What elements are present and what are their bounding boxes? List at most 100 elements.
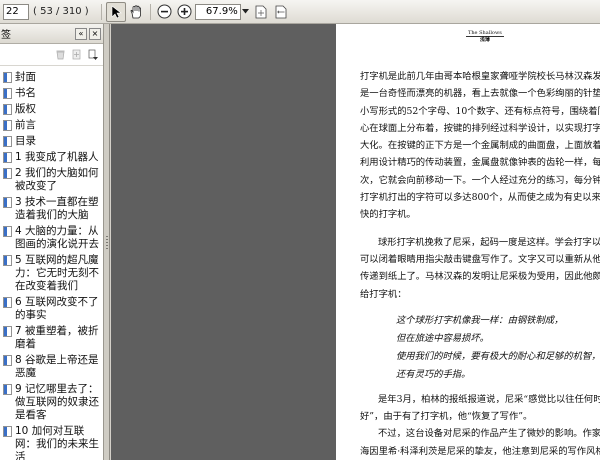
bookmark-item[interactable]: 版权 bbox=[0, 102, 103, 118]
page-body-text: 打字机是此前几年由哥本哈根皇家聋哑学院校长马林汉森发明的， 是一台奇怪而漂亮的机… bbox=[360, 68, 600, 460]
chevron-down-icon bbox=[242, 9, 250, 14]
bookmarks-toolbar bbox=[0, 44, 103, 66]
bookmark-icon bbox=[3, 152, 12, 163]
text-line: 球形打字机挽救了尼采，起码一度是这样。学会打字以后，他 bbox=[378, 236, 600, 248]
panel-splitter[interactable] bbox=[104, 24, 110, 460]
bookmark-label: 前言 bbox=[15, 119, 36, 131]
bookmark-item[interactable]: 10 加何对互联网：我们的未来生活 bbox=[0, 424, 103, 460]
bookmarks-panel-header: 签 « × bbox=[0, 24, 103, 44]
bookmarks-panel: 签 « × 封面书名版权前言目录 1 我变成了机器人 2 我们的大脑如何被改变了 3 … bbox=[0, 24, 104, 460]
text-line: 打字机是此前几年由哥本哈根皇家聋哑学院校长马林汉森发明的， bbox=[360, 71, 600, 82]
text-line: 是年3月，柏林的报纸报道说，尼采“感觉比以往任何时候都 bbox=[378, 393, 600, 405]
running-head-english: The Shallows bbox=[466, 30, 504, 37]
bookmark-label: 6 互联网改变不了的事实 bbox=[15, 296, 99, 321]
bookmark-icon bbox=[3, 104, 12, 115]
fit-page-icon bbox=[255, 5, 267, 18]
bookmark-icon bbox=[3, 384, 12, 395]
bookmark-item[interactable]: 8 谷歌是上帝还是恶魔 bbox=[0, 353, 103, 382]
bookmarks-panel-title: 签 bbox=[1, 30, 11, 41]
fit-page-button[interactable] bbox=[251, 2, 271, 22]
text-line: 次，它就会向前移动一下。一个人经过充分的练习，每分钟用这台 bbox=[360, 174, 600, 186]
text-line: 是一台奇怪而漂亮的机器，看上去就像一个色彩绚丽的针垫。包括 bbox=[360, 88, 600, 100]
text-line: 利用设计精巧的传动装置，金属盘就像钟表的齿轮一样，每按键一 bbox=[360, 157, 600, 169]
fit-width-icon bbox=[275, 5, 287, 18]
bookmark-options-icon[interactable] bbox=[87, 49, 99, 61]
zoom-in-button[interactable] bbox=[175, 2, 195, 22]
text-line: 给打字机： bbox=[360, 288, 407, 300]
poem-line: 使用我们的时候，要有极大的耐心和足够的机智， bbox=[396, 350, 600, 362]
double-chevron-left-icon: « bbox=[78, 28, 84, 38]
bookmark-item[interactable]: 4 大脑的力量：从图画的演化说开去 bbox=[0, 224, 103, 253]
document-viewport[interactable]: The Shallows 浅薄 打字机是此前几年由哥本哈根皇家聋哑学院校长马林汉… bbox=[111, 24, 600, 460]
bookmark-label: 7 被重塑着，被折磨着 bbox=[15, 325, 99, 350]
close-icon: × bbox=[91, 28, 99, 38]
bookmark-label: 2 我们的大脑如何被改变了 bbox=[15, 167, 99, 192]
text-line: 可以闭着眼睛用指尖敲击键盘写作了。文字又可以重新从他的头脑 bbox=[360, 253, 600, 265]
bookmark-item[interactable]: 5 互联网的超凡魔力：它无时无刻不在改变着我们 bbox=[0, 253, 103, 295]
cursor-arrow-icon bbox=[111, 4, 122, 18]
bookmark-item[interactable]: 封面 bbox=[0, 70, 103, 86]
bookmark-item[interactable]: 书名 bbox=[0, 86, 103, 102]
bookmark-label: 封面 bbox=[15, 71, 36, 83]
bookmark-item[interactable]: 前言 bbox=[0, 118, 103, 134]
bookmark-label: 10 加何对互联网：我们的未来生活 bbox=[15, 425, 99, 460]
text-line: 小写形式的52个字母、10个数字、还有标点符号，围绕着同一个圆 bbox=[360, 105, 600, 117]
bookmark-item[interactable]: 9 记忆哪里去了：做互联网的奴隶还是看客 bbox=[0, 382, 103, 424]
text-line: 好”，由于有了打字机，他“恢复了写作”。 bbox=[360, 411, 533, 423]
delete-bookmark-icon[interactable] bbox=[55, 49, 66, 60]
page-count-label: ( 53 / 310 ) bbox=[33, 6, 89, 17]
bookmark-item[interactable]: 2 我们的大脑如何被改变了 bbox=[0, 166, 103, 195]
bookmark-label: 3 技术一直都在塑造着我们的大脑 bbox=[15, 196, 99, 221]
bookmark-label: 5 互联网的超凡魔力：它无时无刻不在改变着我们 bbox=[15, 254, 99, 292]
text-line: 不过，这台设备对尼采的作品产生了微妙的影响。作家朋友曲 bbox=[378, 428, 600, 440]
fit-width-button[interactable] bbox=[271, 2, 291, 22]
bookmark-item[interactable]: 目录 bbox=[0, 134, 103, 150]
zoom-in-icon bbox=[177, 4, 192, 19]
zoom-out-icon bbox=[157, 4, 172, 19]
text-line: 快的打字机。 bbox=[360, 209, 416, 221]
bookmark-label: 8 谷歌是上帝还是恶魔 bbox=[15, 354, 99, 379]
hand-tool-button[interactable] bbox=[126, 2, 146, 22]
toolbar: ( 53 / 310 ) bbox=[0, 0, 600, 24]
document-page: The Shallows 浅薄 打字机是此前几年由哥本哈根皇家聋哑学院校长马林汉… bbox=[336, 24, 600, 460]
bookmark-item[interactable]: 3 技术一直都在塑造着我们的大脑 bbox=[0, 195, 103, 224]
poem-line: 还有灵巧的手指。 bbox=[396, 368, 471, 380]
running-head-chinese: 浅薄 bbox=[479, 37, 490, 43]
splitter-grip-icon bbox=[106, 236, 108, 250]
poem-line: 这个球形打字机像我一样：由钢铁制成， bbox=[396, 314, 564, 326]
bookmark-icon bbox=[3, 120, 12, 131]
bookmark-item[interactable]: 7 被重塑着，被折磨着 bbox=[0, 324, 103, 353]
text-line: 传递到纸上了。马林汉森的发明让尼采极为受用，因此他颇为一首小诗 bbox=[360, 271, 600, 283]
bookmark-label: 1 我变成了机器人 bbox=[15, 151, 99, 163]
text-line: 心在球面上分布着，按键的排列经过科学设计，以实现打字效率最 bbox=[360, 122, 600, 134]
zoom-out-button[interactable] bbox=[155, 2, 175, 22]
close-panel-button[interactable]: × bbox=[89, 27, 101, 40]
new-bookmark-icon[interactable] bbox=[71, 49, 82, 60]
text-line: 打字机打出的字符可以多达800个，从而使之成为有史以来速度最 bbox=[360, 192, 600, 204]
bookmark-icon bbox=[3, 197, 12, 208]
bookmark-icon bbox=[3, 136, 12, 147]
zoom-level-input[interactable] bbox=[194, 3, 241, 20]
toolbar-separator bbox=[100, 3, 102, 20]
bookmark-label: 版权 bbox=[15, 103, 36, 115]
zoom-dropdown-button[interactable] bbox=[241, 4, 251, 20]
bookmark-icon bbox=[3, 355, 12, 366]
collapse-panel-button[interactable]: « bbox=[75, 27, 87, 40]
bookmark-item[interactable]: 6 互联网改变不了的事实 bbox=[0, 295, 103, 324]
select-tool-button[interactable] bbox=[105, 1, 126, 22]
page-number-input[interactable] bbox=[3, 3, 29, 20]
text-line: 海因里希·科泽利茨是尼采的挚友，他注意到尼采的写作风格发生 bbox=[360, 445, 600, 457]
bookmark-icon bbox=[3, 326, 12, 337]
text-line: 大化。在按键的正下方是一个金属制成的曲面盘，上面放着打字纸。 bbox=[360, 140, 600, 152]
bookmark-label: 目录 bbox=[15, 135, 36, 147]
bookmark-item[interactable]: 1 我变成了机器人 bbox=[0, 150, 103, 166]
bookmark-icon bbox=[3, 297, 12, 308]
bookmark-icon bbox=[3, 168, 12, 179]
bookmark-label: 书名 bbox=[15, 87, 36, 99]
bookmark-icon bbox=[3, 88, 12, 99]
poem-line: 但在旅途中容易损坏。 bbox=[396, 332, 489, 344]
bookmark-list: 封面书名版权前言目录 1 我变成了机器人 2 我们的大脑如何被改变了 3 技术一直都在… bbox=[0, 66, 103, 460]
